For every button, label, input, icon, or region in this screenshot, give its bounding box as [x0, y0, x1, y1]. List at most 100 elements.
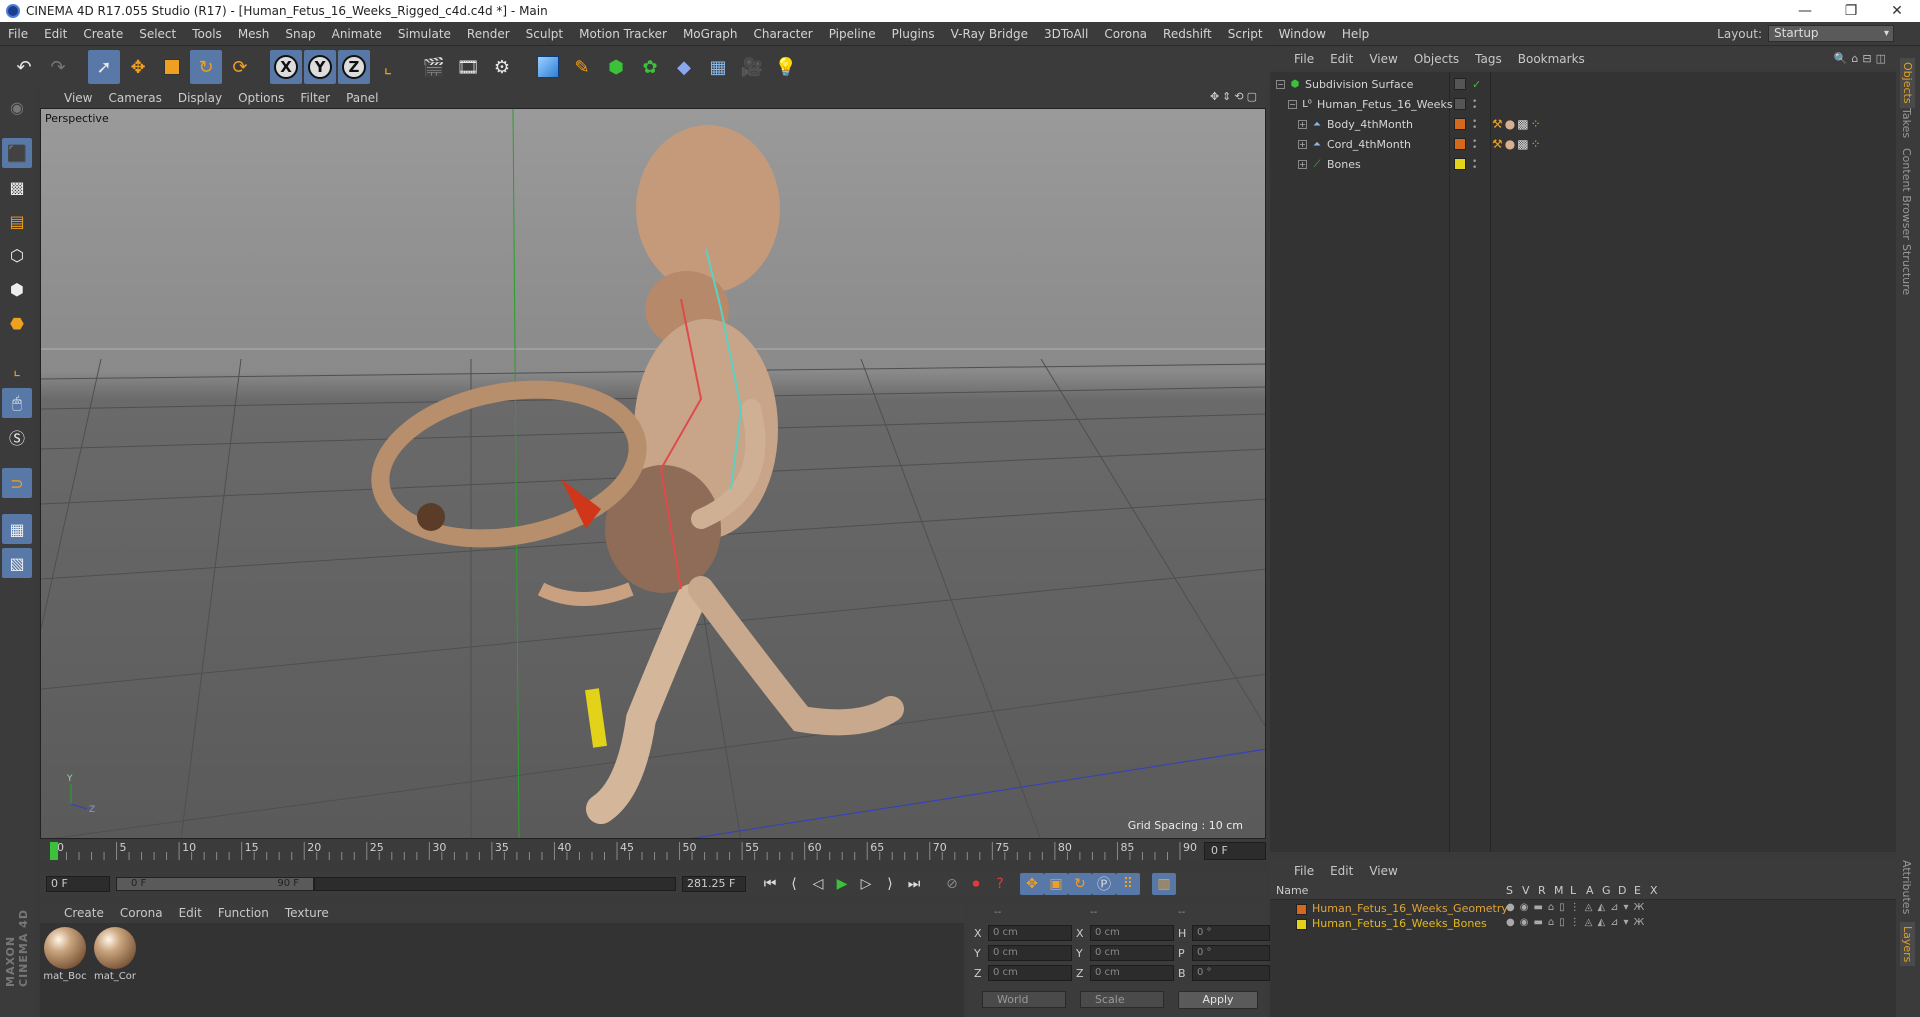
- position-y-field[interactable]: 0 cm: [988, 945, 1072, 961]
- expand-toggle[interactable]: +: [1298, 159, 1307, 169]
- rotation-p-field[interactable]: 0 °: [1192, 945, 1270, 961]
- y-axis-lock-button[interactable]: Y: [304, 50, 336, 84]
- menu-simulate[interactable]: Simulate: [390, 27, 459, 41]
- record-key-icon[interactable]: ⏺: [964, 873, 988, 895]
- record-parameter-icon[interactable]: Ⓟ: [1092, 873, 1116, 895]
- viewport-menu-cameras[interactable]: Cameras: [100, 91, 169, 105]
- layer-color-swatch[interactable]: [1454, 78, 1466, 90]
- menu-mesh[interactable]: Mesh: [230, 27, 278, 41]
- material-menu-create[interactable]: Create: [56, 906, 112, 920]
- layer-menu-file[interactable]: File: [1286, 864, 1322, 878]
- column-render[interactable]: R: [1538, 884, 1546, 897]
- render-settings-icon[interactable]: ⚙: [486, 50, 518, 84]
- viewport-menu-display[interactable]: Display: [170, 91, 230, 105]
- menu-sculpt[interactable]: Sculpt: [518, 27, 571, 41]
- rotation-h-field[interactable]: 0 °: [1192, 925, 1270, 941]
- layer-color-swatch[interactable]: [1454, 118, 1466, 130]
- start-frame-field[interactable]: 0 F: [46, 876, 110, 892]
- snap-magnet-icon[interactable]: ⊃: [2, 468, 32, 498]
- object-row[interactable]: + ⟋ Bones • •: [1270, 154, 1896, 174]
- tab-takes[interactable]: Takes: [1900, 108, 1913, 138]
- rotation-b-field[interactable]: 0 °: [1192, 965, 1270, 981]
- play-forward-icon[interactable]: ▶: [830, 873, 854, 895]
- material-tag-icon[interactable]: ●: [1505, 137, 1517, 151]
- solo-mode-icon[interactable]: Ⓢ: [2, 422, 32, 452]
- texture-tag-icon[interactable]: ▩: [1517, 117, 1530, 131]
- column-deformers[interactable]: D: [1618, 884, 1626, 897]
- goto-start-icon[interactable]: ⏮: [758, 873, 782, 895]
- column-name[interactable]: Name: [1276, 884, 1308, 897]
- coordinate-space-dropdown[interactable]: World: [982, 991, 1066, 1008]
- material-tag-icon[interactable]: ●: [1505, 117, 1517, 131]
- layer-row[interactable]: Human_Fetus_16_Weeks_Bones ●◉▬⌂▯⋮◬◭⊿▾Ж: [1270, 917, 1896, 932]
- minimize-button[interactable]: —: [1782, 0, 1828, 22]
- recent-tools-icon[interactable]: ⟳: [224, 50, 256, 84]
- menu-pipeline[interactable]: Pipeline: [821, 27, 884, 41]
- column-solo[interactable]: S: [1506, 884, 1513, 897]
- render-view-icon[interactable]: 🎬: [418, 50, 450, 84]
- deformer-icon[interactable]: ◆: [668, 50, 700, 84]
- transform-mode-dropdown[interactable]: Scale: [1080, 991, 1164, 1008]
- select-arrow-icon[interactable]: ➚: [88, 50, 120, 84]
- z-axis-lock-button[interactable]: Z: [338, 50, 370, 84]
- column-xref[interactable]: X: [1650, 884, 1658, 897]
- record-point-level-icon[interactable]: ⠿: [1116, 873, 1140, 895]
- texture-mode-icon[interactable]: ▩: [2, 172, 32, 202]
- size-y-field[interactable]: 0 cm: [1090, 945, 1174, 961]
- object-row[interactable]: + ⏶ Cord_4thMonth • • ⚒●▩⁘: [1270, 134, 1896, 154]
- step-forward-icon[interactable]: ▷: [854, 873, 878, 895]
- column-visible[interactable]: V: [1522, 884, 1530, 897]
- position-z-field[interactable]: 0 cm: [988, 965, 1072, 981]
- workplane-mode-icon[interactable]: ▤: [2, 206, 32, 236]
- object-menu-objects[interactable]: Objects: [1406, 52, 1467, 66]
- viewport-label[interactable]: Perspective: [45, 112, 109, 125]
- collapse-toggle[interactable]: −: [1276, 79, 1285, 89]
- column-locked[interactable]: L: [1570, 884, 1576, 897]
- object-row[interactable]: − L⁰ Human_Fetus_16_Weeks • •: [1270, 94, 1896, 114]
- object-row[interactable]: − ⬢ Subdivision Surface ✓: [1270, 74, 1896, 94]
- material-menu-corona[interactable]: Corona: [112, 906, 171, 920]
- layer-menu-edit[interactable]: Edit: [1322, 864, 1361, 878]
- menu-plugins[interactable]: Plugins: [884, 27, 943, 41]
- move-tool-icon[interactable]: ✥: [122, 50, 154, 84]
- layer-flag-icons[interactable]: ●◉▬⌂▯⋮◬◭⊿▾Ж: [1506, 917, 1649, 928]
- apply-button[interactable]: Apply: [1178, 991, 1258, 1009]
- texture-tag-icon[interactable]: ▩: [1517, 137, 1530, 151]
- coordinate-system-icon[interactable]: ⌞: [372, 50, 404, 84]
- weight-tag-icon[interactable]: ⚒: [1492, 117, 1505, 131]
- current-frame-field[interactable]: 0 F: [1204, 842, 1266, 860]
- size-x-field[interactable]: 0 cm: [1090, 925, 1174, 941]
- menu-window[interactable]: Window: [1271, 27, 1334, 41]
- record-position-icon[interactable]: ✥: [1020, 873, 1044, 895]
- material-swatch[interactable]: mat_Cor: [92, 927, 138, 982]
- menu-create[interactable]: Create: [75, 27, 131, 41]
- undo-icon[interactable]: ↶: [8, 50, 40, 84]
- menu-file[interactable]: File: [0, 27, 36, 41]
- column-expressions[interactable]: E: [1634, 884, 1641, 897]
- perspective-viewport[interactable]: Y Z Perspective Grid Spacing : 10 cm: [40, 108, 1266, 839]
- position-x-field[interactable]: 0 cm: [988, 925, 1072, 941]
- size-z-field[interactable]: 0 cm: [1090, 965, 1174, 981]
- layer-color-swatch[interactable]: [1454, 138, 1466, 150]
- maximize-button[interactable]: ❐: [1828, 0, 1874, 22]
- autokey-icon[interactable]: ?: [988, 873, 1012, 895]
- layer-flag-icons[interactable]: ●◉▬⌂▯⋮◬◭⊿▾Ж: [1506, 902, 1649, 913]
- viewport-navigation-icons[interactable]: ✥⇕⟲▢: [1210, 90, 1260, 103]
- layer-row[interactable]: Human_Fetus_16_Weeks_Geometry ●◉▬⌂▯⋮◬◭⊿▾…: [1270, 902, 1896, 917]
- goto-end-icon[interactable]: ⏭: [902, 873, 926, 895]
- tab-layers[interactable]: Layers: [1900, 922, 1915, 967]
- menu-motion-tracker[interactable]: Motion Tracker: [571, 27, 675, 41]
- layout-select[interactable]: Startup: [1768, 25, 1894, 42]
- skin-tag-icon[interactable]: ⁘: [1531, 137, 1543, 151]
- menu-help[interactable]: Help: [1334, 27, 1377, 41]
- floor-scene-icon[interactable]: ▦: [702, 50, 734, 84]
- tweak-mode-icon[interactable]: 🖱: [2, 388, 32, 418]
- menu-script[interactable]: Script: [1220, 27, 1271, 41]
- record-scale-icon[interactable]: ▣: [1044, 873, 1068, 895]
- material-menu-edit[interactable]: Edit: [171, 906, 210, 920]
- goto-previous-key-icon[interactable]: ⟨: [782, 873, 806, 895]
- workplane-lock-icon[interactable]: ▦: [2, 514, 32, 544]
- object-menu-bookmarks[interactable]: Bookmarks: [1510, 52, 1593, 66]
- object-menu-file[interactable]: File: [1286, 52, 1322, 66]
- object-menu-tags[interactable]: Tags: [1467, 52, 1510, 66]
